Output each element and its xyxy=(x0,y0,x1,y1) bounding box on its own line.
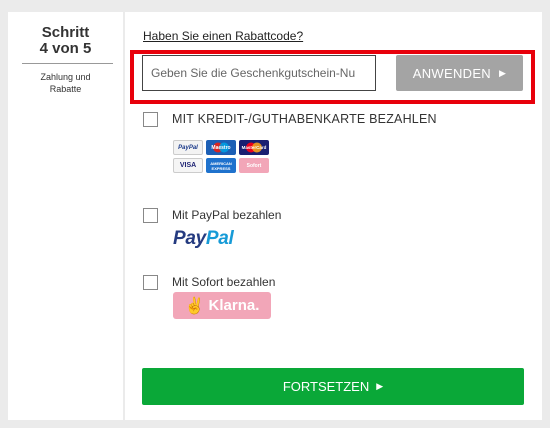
paypal-card-logo: PayPal xyxy=(173,140,203,155)
sofort-payment-checkbox[interactable] xyxy=(143,275,158,290)
apply-button-label: ANWENDEN xyxy=(412,65,491,81)
sofort-payment-label: Mit Sofort bezahlen xyxy=(172,275,276,289)
sofort-card-logo: Sofort xyxy=(239,158,269,173)
paypal-payment-label: Mit PayPal bezahlen xyxy=(172,208,282,222)
gift-voucher-input[interactable] xyxy=(142,55,376,91)
step-count: 4 von 5 xyxy=(39,40,92,57)
card-payment-label: MIT KREDIT-/GUTHABENKARTE BEZAHLEN xyxy=(172,112,437,126)
play-triangle-icon: ▶ xyxy=(499,67,507,78)
checkout-step-sidebar: Schritt 4 von 5 Zahlung und Rabatte xyxy=(8,12,123,420)
amex-card-logo: AMERICAN EXPRESS xyxy=(206,158,236,173)
card-payment-checkbox[interactable] xyxy=(143,112,158,127)
paypal-payment-checkbox[interactable] xyxy=(143,208,158,223)
step-indicator: Schritt 4 von 5 xyxy=(8,25,123,57)
step-divider xyxy=(22,63,113,64)
continue-button[interactable]: FORTSETZEN ▶ xyxy=(142,368,524,405)
klarna-logo: ✌ Klarna. xyxy=(173,292,271,319)
payment-panel: Haben Sie einen Rabattcode? ANWENDEN ▶ M… xyxy=(125,12,542,420)
victory-hand-icon: ✌ xyxy=(184,297,205,315)
maestro-card-logo: Maestro xyxy=(206,140,236,155)
step-subtitle: Zahlung und Rabatte xyxy=(40,72,91,94)
discount-code-link[interactable]: Haben Sie einen Rabattcode? xyxy=(143,29,303,43)
paypal-logo: PayPal xyxy=(173,228,234,249)
visa-card-logo: VISA xyxy=(173,158,203,173)
continue-button-label: FORTSETZEN xyxy=(282,379,370,394)
step-title: Schritt xyxy=(41,24,90,41)
apply-voucher-button[interactable]: ANWENDEN ▶ xyxy=(396,55,523,91)
play-triangle-icon: ▶ xyxy=(376,381,384,391)
mastercard-logo: MasterCard xyxy=(239,140,269,155)
